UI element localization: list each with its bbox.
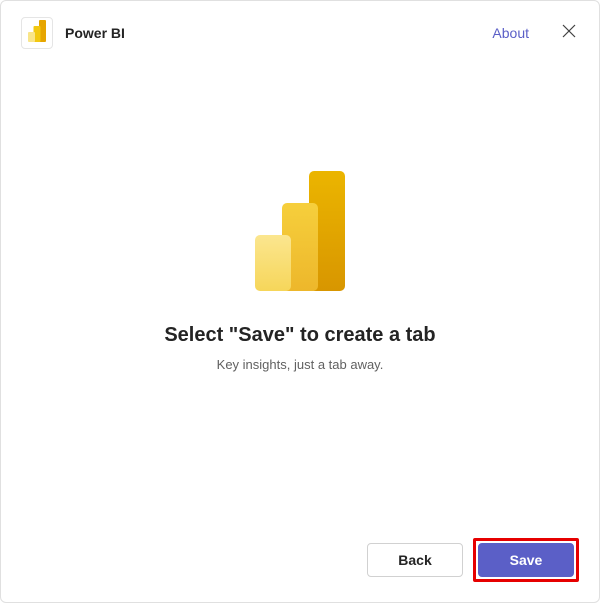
save-button[interactable]: Save bbox=[478, 543, 574, 577]
content-subheading: Key insights, just a tab away. bbox=[217, 357, 384, 372]
power-bi-icon bbox=[28, 20, 46, 47]
about-link[interactable]: About bbox=[492, 25, 529, 41]
dialog: Power BI About bbox=[0, 0, 600, 603]
save-button-highlight: Save bbox=[473, 538, 579, 582]
content-heading: Select "Save" to create a tab bbox=[164, 324, 435, 347]
close-icon bbox=[562, 24, 576, 43]
app-title: Power BI bbox=[65, 25, 480, 41]
app-icon-container bbox=[21, 17, 53, 49]
dialog-content: Select "Save" to create a tab Key insigh… bbox=[1, 61, 599, 522]
dialog-header: Power BI About bbox=[1, 1, 599, 61]
power-bi-hero-icon bbox=[255, 171, 345, 296]
dialog-footer: Back Save bbox=[1, 522, 599, 602]
back-button[interactable]: Back bbox=[367, 543, 463, 577]
close-button[interactable] bbox=[559, 23, 579, 43]
